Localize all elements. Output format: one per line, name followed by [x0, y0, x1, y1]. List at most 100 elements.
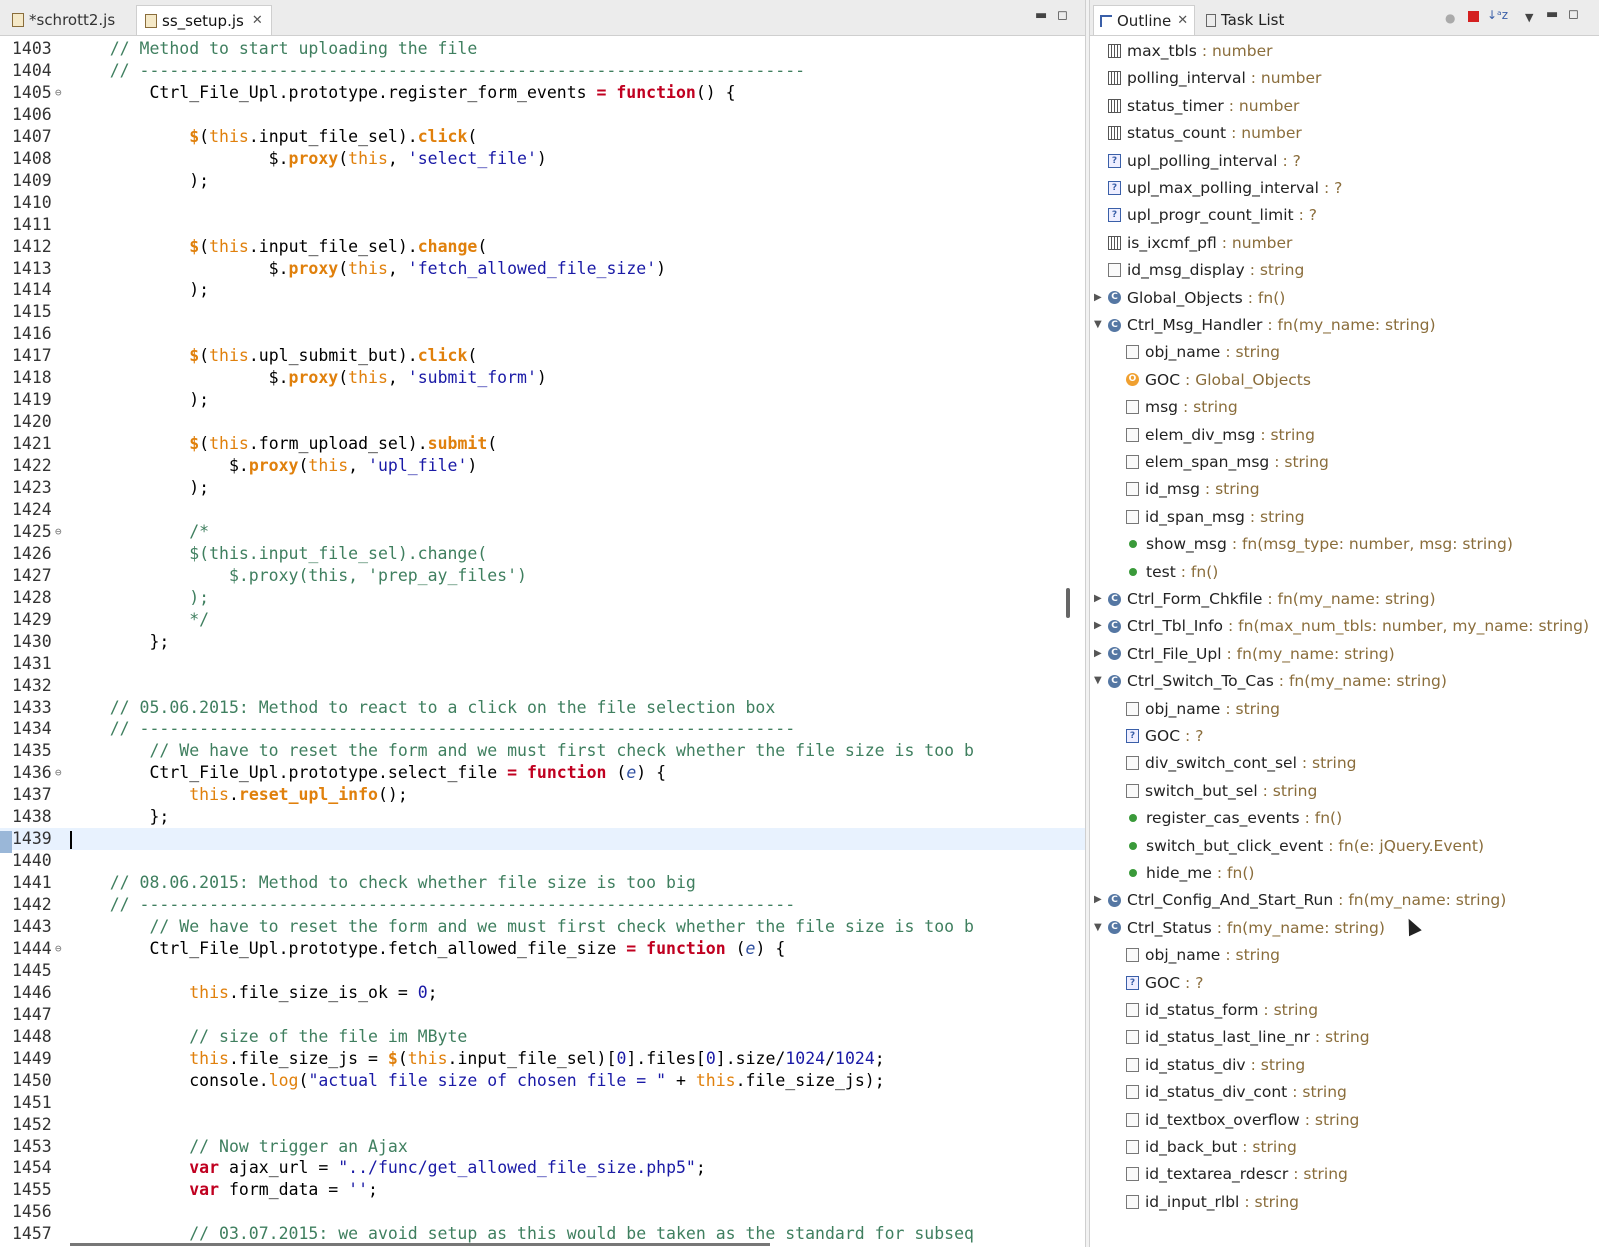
outline-item[interactable]: obj_name: string [1112, 340, 1280, 364]
code-line[interactable]: 1413 $.proxy(this, 'fetch_allowed_file_s… [0, 258, 1085, 280]
fold-toggle-icon[interactable]: ⊖ [55, 521, 62, 543]
code-line[interactable]: 1441 // 08.06.2015: Method to check whet… [0, 872, 1085, 894]
code-line[interactable]: 1412 $(this.input_file_sel).change( [0, 236, 1085, 258]
code-line[interactable]: 1437 this.reset_upl_info(); [0, 784, 1085, 806]
expanded-icon[interactable]: ▼ [1094, 669, 1108, 693]
outline-item[interactable]: show_msg: fn(msg_type: number, msg: stri… [1112, 532, 1513, 556]
code-line[interactable]: 1407 $(this.input_file_sel).click( [0, 126, 1085, 148]
outline-item[interactable]: status_count: number [1094, 121, 1302, 145]
maximize-icon[interactable]: ◻ [1057, 8, 1068, 23]
code-line[interactable]: 1429 */ [0, 609, 1085, 631]
code-line[interactable]: 1408 $.proxy(this, 'select_file') [0, 148, 1085, 170]
code-line[interactable]: 1451 [0, 1092, 1085, 1114]
outline-item[interactable]: id_textarea_rdescr: string [1112, 1162, 1348, 1186]
outline-item[interactable]: elem_span_msg: string [1112, 450, 1329, 474]
outline-item[interactable]: id_status_form: string [1112, 998, 1318, 1022]
code-line[interactable]: 1403 // Method to start uploading the fi… [0, 38, 1085, 60]
code-line[interactable]: 1428 ); [0, 587, 1085, 609]
outline-item[interactable]: ▼ C Ctrl_Status: fn(my_name: string) [1094, 916, 1385, 940]
outline-item[interactable]: msg: string [1112, 395, 1238, 419]
code-line[interactable]: 1453 // Now trigger an Ajax [0, 1136, 1085, 1158]
close-icon[interactable]: ✕ [252, 13, 263, 28]
outline-item[interactable]: ? GOC: ? [1112, 971, 1203, 995]
outline-item[interactable]: ? upl_polling_interval: ? [1094, 149, 1301, 173]
code-line[interactable]: 1445 [0, 960, 1085, 982]
fold-toggle-icon[interactable]: ⊖ [55, 762, 62, 784]
code-line[interactable]: 1426 $(this.input_file_sel).change( [0, 543, 1085, 565]
fold-toggle-icon[interactable]: ⊖ [55, 82, 62, 104]
code-line[interactable]: 1427 $.proxy(this, 'prep_ay_files') [0, 565, 1085, 587]
tab-task-list[interactable]: Task List [1200, 5, 1290, 35]
code-line[interactable]: 1420 [0, 411, 1085, 433]
outline-item[interactable]: ? upl_max_polling_interval: ? [1094, 176, 1342, 200]
outline-item[interactable]: ▶ C Global_Objects: fn() [1094, 286, 1285, 310]
outline-item[interactable]: ? upl_progr_count_limit: ? [1094, 203, 1317, 227]
code-line[interactable]: 1450 console.log("actual file size of ch… [0, 1070, 1085, 1092]
outline-item[interactable]: div_switch_cont_sel: string [1112, 751, 1357, 775]
expanded-icon[interactable]: ▼ [1094, 916, 1108, 940]
outline-item[interactable]: polling_interval: number [1094, 66, 1321, 90]
collapsed-icon[interactable]: ▶ [1094, 587, 1108, 611]
minimize-icon[interactable]: ▬ [1546, 7, 1559, 22]
code-line[interactable]: 1422 $.proxy(this, 'upl_file') [0, 455, 1085, 477]
tab-ss-setup[interactable]: ss_setup.js ✕ [136, 5, 272, 35]
code-line[interactable]: 1449 this.file_size_js = $(this.input_fi… [0, 1048, 1085, 1070]
outline-item[interactable]: switch_but_click_event: fn(e: jQuery.Eve… [1112, 834, 1484, 858]
code-line[interactable]: 1452 [0, 1114, 1085, 1136]
collapsed-icon[interactable]: ▶ [1094, 642, 1108, 666]
code-line[interactable]: 1421 $(this.form_upload_sel).submit( [0, 433, 1085, 455]
editor-vertical-scrollbar[interactable] [1066, 588, 1070, 618]
outline-item[interactable]: id_msg: string [1112, 477, 1260, 501]
code-line[interactable]: 1419 ); [0, 389, 1085, 411]
tab-schrott2[interactable]: *schrott2.js [4, 5, 123, 35]
code-line[interactable]: 1444 ⊖ Ctrl_File_Upl.prototype.fetch_allo… [0, 938, 1085, 960]
outline-item[interactable]: ▶ C Ctrl_Tbl_Info: fn(max_num_tbls: number… [1094, 614, 1589, 638]
outline-item[interactable]: id_status_last_line_nr: string [1112, 1025, 1370, 1049]
view-menu-icon[interactable]: ▼ [1525, 11, 1538, 24]
code-line[interactable]: 1414 ); [0, 279, 1085, 301]
code-line[interactable]: 1416 [0, 323, 1085, 345]
code-line[interactable]: 1405 ⊖ Ctrl_File_Upl.prototype.register_f… [0, 82, 1085, 104]
outline-item[interactable]: elem_div_msg: string [1112, 423, 1315, 447]
code-line[interactable]: 1456 [0, 1201, 1085, 1223]
outline-item[interactable]: id_span_msg: string [1112, 505, 1305, 529]
outline-item[interactable]: id_status_div: string [1112, 1053, 1305, 1077]
code-line[interactable]: 1417 $(this.upl_submit_but).click( [0, 345, 1085, 367]
outline-item[interactable]: register_cas_events: fn() [1112, 806, 1342, 830]
code-line[interactable]: 1432 [0, 675, 1085, 697]
outline-item[interactable]: is_ixcmf_pfl: number [1094, 231, 1292, 255]
code-line[interactable]: 1433 // 05.06.2015: Method to react to a… [0, 697, 1085, 719]
outline-item[interactable]: O GOC: Global_Objects [1112, 368, 1311, 392]
code-line[interactable]: 1415 [0, 301, 1085, 323]
outline-item[interactable]: id_msg_display: string [1094, 258, 1304, 282]
outline-item[interactable]: ▼ C Ctrl_Switch_To_Cas: fn(my_name: string… [1094, 669, 1447, 693]
minimize-icon[interactable]: ▬ [1035, 8, 1047, 23]
close-icon[interactable]: ✕ [1177, 13, 1188, 28]
code-line[interactable]: 1446 this.file_size_is_ok = 0; [0, 982, 1085, 1004]
outline-item[interactable]: ▶ C Ctrl_Form_Chkfile: fn(my_name: string) [1094, 587, 1436, 611]
code-line[interactable]: 1440 [0, 850, 1085, 872]
tab-outline[interactable]: Outline ✕ [1093, 5, 1196, 35]
collapsed-icon[interactable]: ▶ [1094, 888, 1108, 912]
code-line[interactable]: 1442 // --------------------------------… [0, 894, 1085, 916]
outline-item[interactable]: switch_but_sel: string [1112, 779, 1317, 803]
collapsed-icon[interactable]: ▶ [1094, 286, 1108, 310]
outline-item[interactable]: id_status_div_cont: string [1112, 1080, 1347, 1104]
editor-horizontal-scrollbar[interactable] [70, 1243, 770, 1246]
hide-fields-icon[interactable]: ● [1445, 11, 1458, 25]
code-line[interactable]: 1430 }; [0, 631, 1085, 653]
collapsed-icon[interactable]: ▶ [1094, 614, 1108, 638]
outline-item[interactable]: id_back_but: string [1112, 1135, 1297, 1159]
code-line[interactable]: 1411 [0, 214, 1085, 236]
outline-item[interactable]: id_textbox_overflow: string [1112, 1108, 1359, 1132]
code-line[interactable]: 1410 [0, 192, 1085, 214]
outline-item[interactable]: ▶ C Ctrl_Config_And_Start_Run: fn(my_name:… [1094, 888, 1506, 912]
code-line[interactable]: 1431 [0, 653, 1085, 675]
maximize-icon[interactable]: ◻ [1568, 7, 1581, 22]
code-line[interactable]: 1435 // We have to reset the form and we… [0, 740, 1085, 762]
code-line[interactable]: 1404 // --------------------------------… [0, 60, 1085, 82]
code-line[interactable]: 1447 [0, 1004, 1085, 1026]
code-line[interactable]: 1418 $.proxy(this, 'submit_form') [0, 367, 1085, 389]
outline-item[interactable]: hide_me: fn() [1112, 861, 1254, 885]
code-line[interactable]: 1425 ⊖ /* [0, 521, 1085, 543]
